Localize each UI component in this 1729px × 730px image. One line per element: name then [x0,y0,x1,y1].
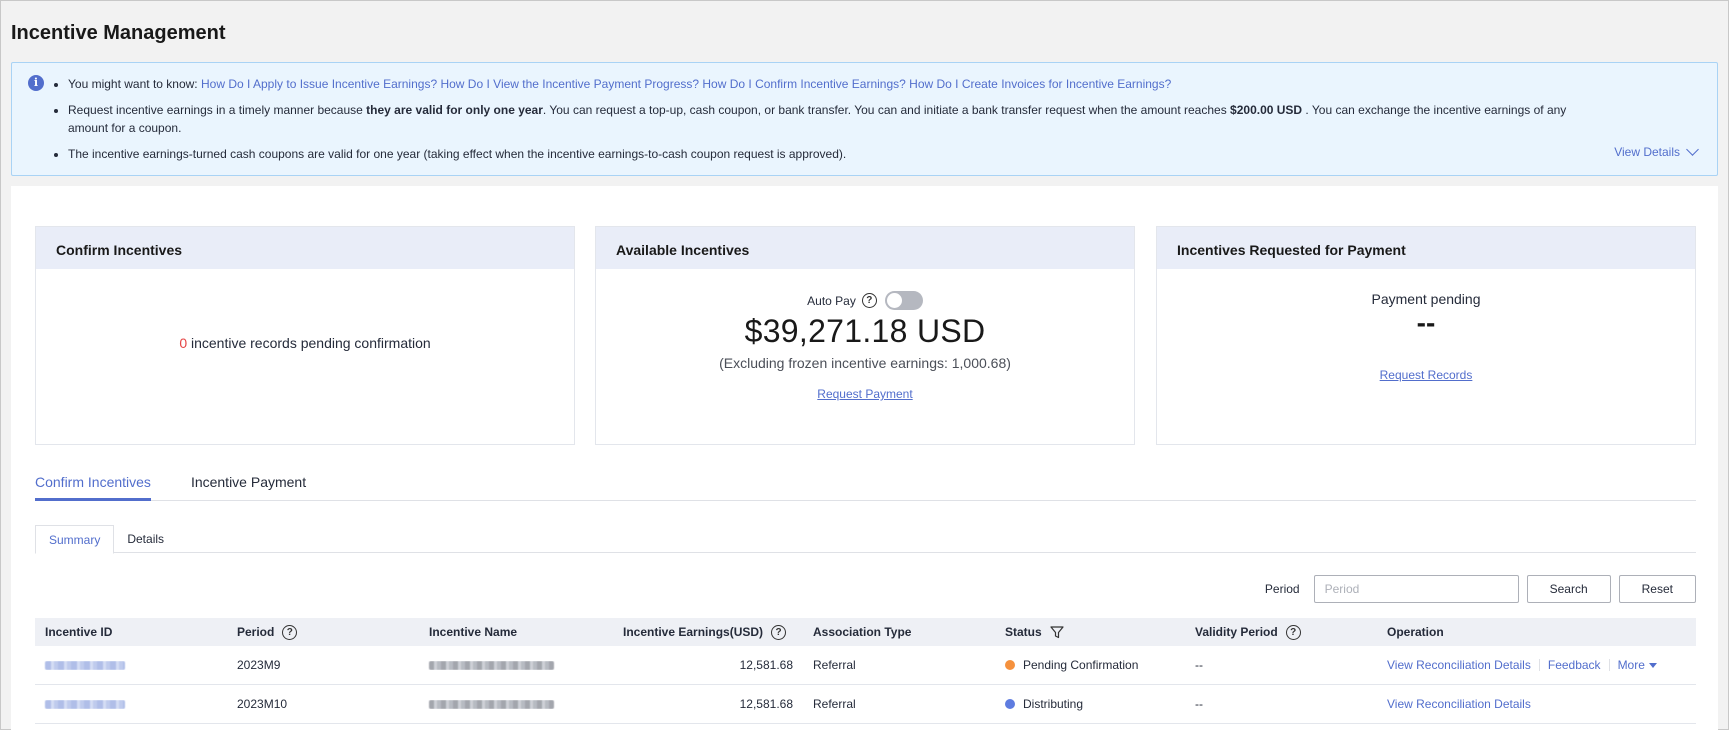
help-link-payment-progress[interactable]: How Do I View the Incentive Payment Prog… [440,77,699,91]
requested-payment-card: Incentives Requested for Payment Payment… [1156,226,1696,445]
auto-pay-toggle[interactable] [884,291,923,310]
info-notice: i You might want to know: How Do I Apply… [11,62,1718,176]
payment-pending-label: Payment pending [1371,291,1481,307]
col-validity-period: Validity Period? [1185,624,1377,640]
chevron-down-icon [1686,143,1699,156]
help-link-invoices[interactable]: How Do I Create Invoices for Incentive E… [909,77,1171,91]
search-button[interactable]: Search [1526,575,1611,603]
incentive-name-cell [419,660,613,670]
validity-cell: -- [1195,658,1203,672]
help-icon[interactable]: ? [1285,624,1301,640]
incentive-name-cell [419,699,613,709]
view-details-toggle[interactable]: View Details [1614,143,1699,159]
available-incentives-card: Available Incentives Auto Pay ? $39,271.… [595,226,1135,445]
period-cell: 2023M10 [237,697,288,711]
request-payment-link[interactable]: Request Payment [596,387,1134,401]
status-cell: Distributing [995,697,1185,711]
frozen-earnings-note: (Excluding frozen incentive earnings: 1,… [719,355,1011,371]
notice-item: You might want to know: How Do I Apply t… [68,75,1608,93]
card-title: Incentives Requested for Payment [1157,227,1695,269]
association-cell: Referral [813,658,856,672]
period-filter-label: Period [1264,582,1300,596]
main-tabs: Confirm Incentives Incentive Payment [35,473,1696,501]
filter-funnel-icon[interactable] [1050,625,1064,639]
col-incentive-earnings: Incentive Earnings(USD)? [613,624,803,640]
sub-tabs: Summary Details [35,525,1696,554]
card-title: Available Incentives [596,227,1134,269]
period-cell: 2023M9 [237,658,281,672]
status-dot-distributing [1005,699,1015,709]
help-link-confirm[interactable]: How Do I Confirm Incentive Earnings? [702,77,905,91]
caret-down-icon [1648,662,1657,668]
incentive-table: Incentive ID Period? Incentive Name Ince… [35,618,1696,724]
view-reconciliation-link[interactable]: View Reconciliation Details [1387,697,1531,711]
available-amount: $39,271.18 USD [744,313,986,349]
page-title: Incentive Management [11,22,226,44]
operation-cell: View Reconciliation Details [1377,697,1696,711]
confirm-incentives-card: Confirm Incentives 0 incentive records p… [35,226,575,445]
redacted-id [45,660,125,670]
help-link-apply[interactable]: How Do I Apply to Issue Incentive Earnin… [201,77,437,91]
notice-list: You might want to know: How Do I Apply t… [68,75,1608,171]
incentive-id-cell[interactable] [35,699,227,709]
info-icon: i [28,75,44,91]
redacted-name [429,660,554,670]
auto-pay-label: Auto Pay [807,293,856,308]
payment-pending-value: -- [1416,307,1436,338]
feedback-link[interactable]: Feedback [1548,658,1601,672]
col-status: Status [995,625,1185,639]
auto-pay-row: Auto Pay ? [596,291,1134,310]
earnings-cell: 12,581.68 [739,658,793,672]
tab-confirm-incentives[interactable]: Confirm Incentives [35,473,151,501]
redacted-id [45,699,125,709]
help-icon[interactable]: ? [282,624,298,640]
main-panel: Confirm Incentives 0 incentive records p… [11,186,1718,730]
more-dropdown[interactable]: More [1618,658,1645,672]
incentive-id-cell[interactable] [35,660,227,670]
col-incentive-name: Incentive Name [429,625,518,639]
association-cell: Referral [813,697,856,711]
tab-incentive-payment[interactable]: Incentive Payment [191,473,306,501]
card-title: Confirm Incentives [36,227,574,269]
table-row: 2023M9 12,581.68 Referral Pending Confir… [35,646,1696,685]
notice-item: Request incentive earnings in a timely m… [68,101,1608,137]
status-cell: Pending Confirmation [995,658,1185,672]
subtab-details[interactable]: Details [114,525,177,553]
request-records-link[interactable]: Request Records [1157,368,1695,382]
table-row: 2023M10 12,581.68 Referral Distributing … [35,685,1696,724]
subtab-summary[interactable]: Summary [35,525,115,554]
help-icon[interactable]: ? [861,293,877,308]
col-incentive-id: Incentive ID [45,625,113,639]
table-header: Incentive ID Period? Incentive Name Ince… [35,618,1696,646]
view-reconciliation-link[interactable]: View Reconciliation Details [1387,658,1531,672]
redacted-name [429,699,554,709]
col-period: Period? [227,624,419,640]
reset-button[interactable]: Reset [1618,575,1696,603]
status-dot-pending [1005,660,1015,670]
col-association-type: Association Type [813,625,912,639]
pending-count: 0 [179,335,188,351]
notice-item: The incentive earnings-turned cash coupo… [68,145,1608,163]
operation-cell: View Reconciliation Details Feedback Mor… [1377,658,1696,672]
earnings-cell: 12,581.68 [739,697,793,711]
col-operation: Operation [1387,625,1444,639]
filter-bar: Period Search Reset [1265,575,1696,603]
period-input[interactable] [1313,575,1519,603]
help-icon[interactable]: ? [771,624,787,640]
pending-confirmation-text: 0 incentive records pending confirmation [179,335,431,351]
validity-cell: -- [1195,697,1203,711]
